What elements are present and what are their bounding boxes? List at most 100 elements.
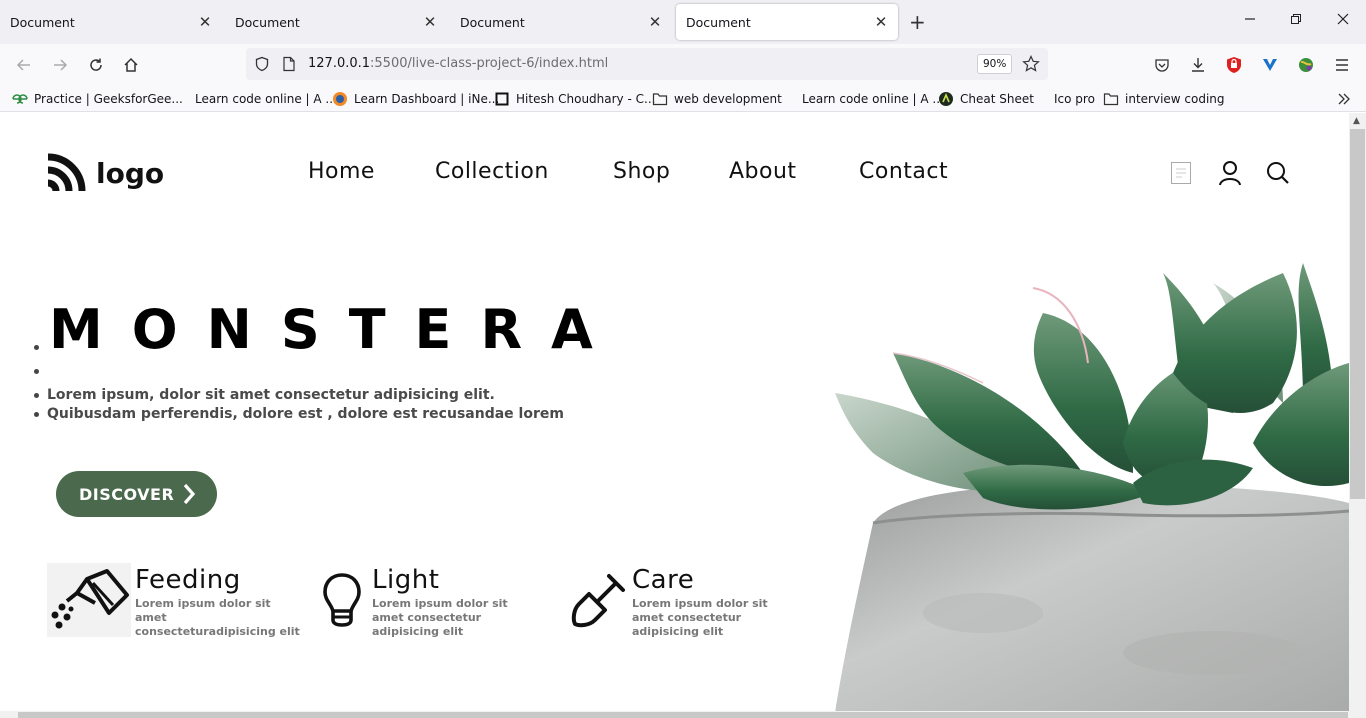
lightbulb-icon	[316, 563, 368, 637]
browser-tab[interactable]: Document ✕	[225, 4, 447, 40]
broken-image-icon[interactable]	[1168, 160, 1194, 186]
address-bar[interactable]: 127.0.0.1:5500/live-class-project-6/inde…	[246, 48, 1048, 80]
shield-icon[interactable]	[254, 56, 270, 76]
minimize-icon[interactable]	[1240, 10, 1260, 29]
bookmark-label: Ico pro	[1054, 92, 1095, 106]
close-icon[interactable]: ✕	[872, 13, 890, 31]
bookmark-label: Practice | GeeksforGee...	[34, 92, 183, 106]
gfg-icon	[12, 91, 28, 107]
close-icon[interactable]: ✕	[646, 13, 664, 31]
folder-icon	[652, 91, 668, 107]
cheatsheet-icon	[938, 91, 954, 107]
bookmark-folder[interactable]: web development	[652, 90, 782, 108]
bookmark-item[interactable]: Learn code online | A ...	[173, 90, 337, 108]
list-item	[34, 345, 47, 350]
home-icon[interactable]	[119, 54, 143, 76]
square-icon	[494, 91, 510, 107]
bookmark-item[interactable]: Hitesh Choudhary - C...	[494, 90, 655, 108]
extension-v-icon[interactable]	[1258, 54, 1282, 76]
list-item: Lorem ipsum, dolor sit amet consectetur …	[34, 387, 495, 403]
url-host: 127.0.0.1	[308, 56, 371, 71]
bookmark-item[interactable]: Learn Dashboard | iNe...	[332, 90, 499, 108]
scrollbar-thumb[interactable]	[1350, 129, 1365, 499]
feature-light: Light Lorem ipsum dolor sit amet consect…	[316, 563, 542, 639]
bookmark-label: Learn code online | A ...	[802, 92, 944, 106]
list-item: Quibusdam perferendis, dolore est , dolo…	[34, 406, 564, 422]
logo-text: logo	[96, 156, 165, 190]
search-icon[interactable]	[1265, 160, 1291, 186]
feature-care: Care Lorem ipsum dolor sit amet consecte…	[570, 563, 802, 639]
forward-arrow-icon[interactable]	[48, 54, 72, 76]
folder-icon	[1103, 91, 1119, 107]
bookmark-label: Cheat Sheet	[960, 92, 1034, 106]
zoom-indicator[interactable]: 90%	[977, 54, 1013, 74]
download-icon[interactable]	[1186, 54, 1210, 76]
bookmark-label: Learn code online | A ...	[195, 92, 337, 106]
restore-icon[interactable]	[1286, 10, 1306, 29]
nav-home[interactable]: Home	[308, 159, 375, 184]
feature-feeding: Feeding Lorem ipsum dolor sit amet conse…	[47, 563, 305, 639]
bookmark-label: Learn Dashboard | iNe...	[354, 92, 500, 106]
url-path: :5500/live-class-project-6/index.html	[370, 56, 609, 71]
vertical-scrollbar[interactable]: ▲	[1349, 113, 1366, 711]
new-tab-plus-icon[interactable]: +	[909, 11, 926, 33]
bookmark-item[interactable]: Cheat Sheet	[938, 90, 1034, 108]
nav-shop[interactable]: Shop	[613, 159, 670, 184]
watering-can-icon	[47, 563, 131, 637]
nav-collection[interactable]: Collection	[435, 159, 549, 184]
ineuron-icon	[332, 91, 348, 107]
bullet-text: Lorem ipsum, dolor sit amet consectetur …	[47, 387, 495, 403]
tab-title: Document	[10, 14, 75, 30]
feature-title: Care	[632, 565, 695, 595]
page-viewport: logo Home Collection Shop About Contact …	[0, 113, 1349, 711]
hero-title: MONSTERA	[49, 298, 622, 361]
tab-title: Document	[235, 14, 300, 30]
reload-icon[interactable]	[84, 54, 108, 76]
scrollbar-thumb[interactable]	[18, 712, 1348, 718]
discover-button[interactable]: DISCOVER	[56, 471, 217, 517]
browser-tab[interactable]: Document ✕	[450, 4, 672, 40]
close-window-icon[interactable]	[1333, 10, 1353, 29]
succulent-pot-image	[835, 263, 1349, 711]
page-info-icon[interactable]	[282, 56, 296, 76]
bookmark-label: interview coding	[1125, 92, 1225, 106]
feature-description: Lorem ipsum dolor sit amet consecteturad…	[135, 597, 300, 638]
bookmarks-bar: Practice | GeeksforGee... Learn code onl…	[0, 86, 1366, 112]
bookmark-star-icon[interactable]	[1022, 55, 1040, 77]
user-icon[interactable]	[1217, 160, 1243, 186]
pocket-icon[interactable]	[1150, 54, 1174, 76]
nav-about[interactable]: About	[729, 159, 797, 184]
bookmark-item[interactable]: Practice | GeeksforGee...	[12, 90, 183, 108]
tab-bar: Document ✕ Document ✕ Document ✕ Documen…	[0, 0, 1366, 44]
back-arrow-icon[interactable]	[12, 54, 36, 76]
list-item	[34, 369, 47, 374]
scroll-up-arrow-icon[interactable]: ▲	[1353, 116, 1360, 126]
page-icon	[780, 91, 796, 107]
bookmark-label: web development	[674, 92, 782, 106]
browser-tab[interactable]: Document ✕	[0, 4, 222, 40]
extension-globe-icon[interactable]	[1294, 54, 1318, 76]
page-icon	[1032, 91, 1048, 107]
close-icon[interactable]: ✕	[421, 13, 439, 31]
navigation-toolbar: 127.0.0.1:5500/live-class-project-6/inde…	[0, 44, 1366, 86]
shovel-icon	[570, 563, 628, 637]
ublock-shield-icon[interactable]	[1222, 54, 1246, 76]
horizontal-scrollbar[interactable]	[0, 711, 1366, 718]
feature-title: Light	[372, 565, 440, 595]
bookmark-item[interactable]: Ico pro	[1032, 90, 1095, 108]
feature-description: Lorem ipsum dolor sit amet consectetur a…	[632, 597, 768, 638]
site-logo[interactable]: logo	[46, 153, 164, 193]
page-icon	[173, 91, 189, 107]
bookmark-item[interactable]: Learn code online | A ...	[780, 90, 944, 108]
bookmark-label: Hitesh Choudhary - C...	[516, 92, 656, 106]
browser-tab-active[interactable]: Document ✕	[676, 4, 898, 40]
nav-contact[interactable]: Contact	[859, 159, 948, 184]
close-icon[interactable]: ✕	[196, 13, 214, 31]
feature-description: Lorem ipsum dolor sit amet consectetur a…	[372, 597, 508, 638]
tab-title: Document	[686, 14, 751, 30]
discover-label: DISCOVER	[79, 484, 175, 504]
bookmark-folder[interactable]: interview coding	[1103, 90, 1225, 108]
feed-logo-icon	[47, 153, 86, 192]
more-bookmarks-chevron-icon[interactable]	[1337, 90, 1351, 108]
hamburger-menu-icon[interactable]	[1330, 54, 1354, 76]
